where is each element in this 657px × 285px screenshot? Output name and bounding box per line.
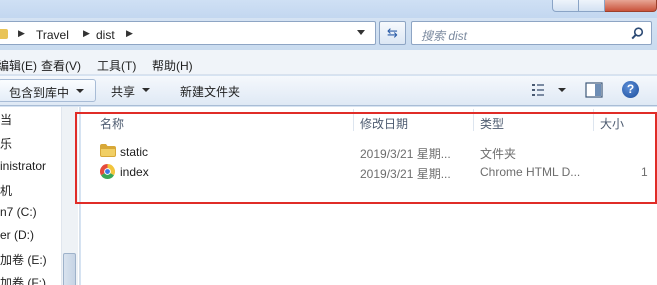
breadcrumb-separator-icon[interactable]: ▶ xyxy=(126,28,133,39)
include-in-library-label: 包含到库中 xyxy=(9,86,70,100)
address-row: ▶ Travel ▶ dist ▶ ⇆ 搜索 dist xyxy=(0,18,657,50)
menu-edit[interactable]: 编辑(E) xyxy=(0,57,37,74)
share-label: 共享 xyxy=(111,85,136,99)
search-placeholder: 搜索 dist xyxy=(421,29,468,43)
navigation-pane: 当 乐 inistrator 机 n7 (C:) er (D:) 加卷 (E:)… xyxy=(0,107,80,285)
refresh-icon: ⇆ xyxy=(387,25,398,40)
view-options-icon[interactable] xyxy=(532,83,548,97)
nav-item[interactable]: inistrator xyxy=(0,159,46,173)
share-button[interactable]: 共享 xyxy=(103,76,155,105)
minimize-button[interactable] xyxy=(552,0,579,12)
view-dropdown-icon[interactable] xyxy=(558,88,566,92)
folder-icon xyxy=(0,29,8,39)
highlight-annotation xyxy=(75,112,657,204)
menu-view[interactable]: 查看(V) xyxy=(41,57,81,74)
menu-bar: 编辑(E) 查看(V) 工具(T) 帮助(H) xyxy=(0,50,657,75)
address-bar[interactable]: ▶ Travel ▶ dist ▶ xyxy=(0,21,376,45)
search-icon[interactable] xyxy=(631,27,644,40)
close-button[interactable] xyxy=(605,0,657,12)
nav-item[interactable]: 加卷 (E:) xyxy=(0,251,47,268)
address-history-dropdown-icon[interactable] xyxy=(357,30,365,35)
breadcrumb-separator-icon[interactable]: ▶ xyxy=(83,28,90,39)
help-icon[interactable]: ? xyxy=(622,81,639,98)
maximize-button[interactable] xyxy=(579,0,605,12)
menu-tools[interactable]: 工具(T) xyxy=(97,57,136,74)
search-input[interactable]: 搜索 dist xyxy=(411,21,652,45)
window-controls xyxy=(552,0,657,12)
nav-item[interactable]: 乐 xyxy=(0,135,12,152)
new-folder-label: 新建文件夹 xyxy=(180,85,241,99)
nav-scrollbar-thumb[interactable] xyxy=(63,253,76,285)
nav-item[interactable]: er (D:) xyxy=(0,228,34,242)
new-folder-button[interactable]: 新建文件夹 xyxy=(170,76,250,105)
breadcrumb-separator-icon[interactable]: ▶ xyxy=(18,28,25,39)
breadcrumb-dist[interactable]: dist xyxy=(96,28,115,42)
preview-pane-icon[interactable] xyxy=(585,82,603,98)
nav-item[interactable]: 加卷 (F:) xyxy=(0,274,46,285)
include-in-library-button[interactable]: 包含到库中 xyxy=(0,79,96,102)
breadcrumb-travel[interactable]: Travel xyxy=(36,28,69,42)
chevron-down-icon xyxy=(76,89,84,93)
nav-item[interactable]: 机 xyxy=(0,182,12,199)
nav-item[interactable]: n7 (C:) xyxy=(0,205,37,219)
refresh-button[interactable]: ⇆ xyxy=(379,21,406,45)
window-title-bar xyxy=(0,0,657,18)
nav-item[interactable]: 当 xyxy=(0,111,12,128)
menu-help[interactable]: 帮助(H) xyxy=(152,57,193,74)
chevron-down-icon xyxy=(142,88,150,92)
